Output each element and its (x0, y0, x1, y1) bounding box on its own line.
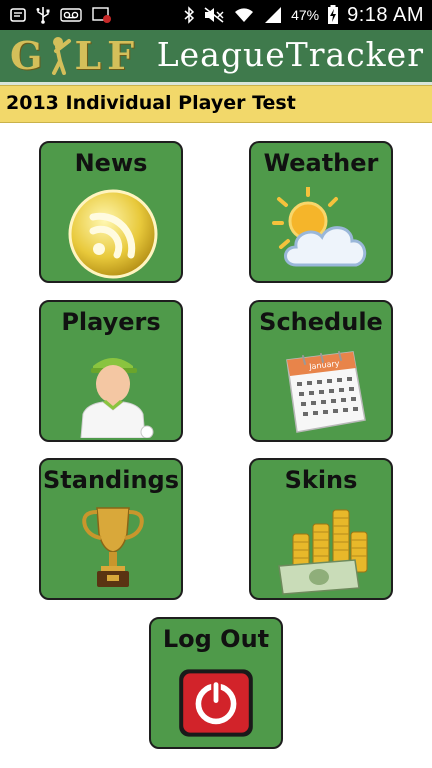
skins-tile[interactable]: Skins (249, 458, 393, 600)
notification-icon (10, 8, 26, 22)
logout-tile[interactable]: Log Out (149, 617, 283, 749)
battery-charging-icon (328, 5, 339, 24)
logo-letter-g: G (10, 32, 45, 78)
league-name: 2013 Individual Player Test (6, 92, 296, 114)
screenshot-icon (92, 7, 111, 23)
logout-label: Log Out (162, 625, 270, 653)
standings-tile[interactable]: Standings (39, 458, 183, 600)
golf-logo: G L F (10, 32, 137, 78)
schedule-tile[interactable]: Schedule January (249, 300, 393, 442)
money-coins-icon (278, 509, 368, 595)
logo-letter-f: F (107, 32, 137, 78)
clock: 9:18 AM (347, 3, 424, 26)
league-banner: 2013 Individual Player Test (0, 85, 432, 123)
battery-percent: 47% (291, 7, 320, 23)
players-label: Players (61, 308, 161, 336)
sun-cloud-icon (272, 187, 367, 267)
golfer-icon (52, 37, 72, 75)
usb-icon (36, 7, 50, 24)
status-left (10, 5, 112, 25)
logo-letter-l: L (74, 32, 104, 78)
bluetooth-icon (184, 6, 195, 24)
power-button-icon (179, 669, 253, 737)
weather-label: Weather (263, 149, 379, 177)
signal-icon (265, 7, 282, 23)
news-tile[interactable]: News (39, 141, 183, 283)
players-tile[interactable]: Players (39, 300, 183, 442)
standings-label: Standings (43, 466, 179, 494)
status-bar: 47% 9:18 AM (0, 0, 432, 30)
voicemail-icon (60, 8, 82, 22)
trophy-icon (82, 507, 144, 587)
skins-label: Skins (284, 466, 358, 494)
app-header: G L F LeagueTracker (0, 30, 432, 85)
mute-icon (204, 7, 224, 23)
calendar-icon: January (286, 351, 366, 433)
golfer-avatar-icon (80, 358, 154, 438)
wifi-icon (235, 8, 254, 22)
schedule-label: Schedule (259, 308, 383, 336)
status-right: 47% 9:18 AM (183, 4, 424, 26)
rss-icon (68, 189, 158, 279)
app-title: LeagueTracker (156, 35, 424, 74)
weather-tile[interactable]: Weather (249, 141, 393, 283)
news-label: News (74, 149, 148, 177)
